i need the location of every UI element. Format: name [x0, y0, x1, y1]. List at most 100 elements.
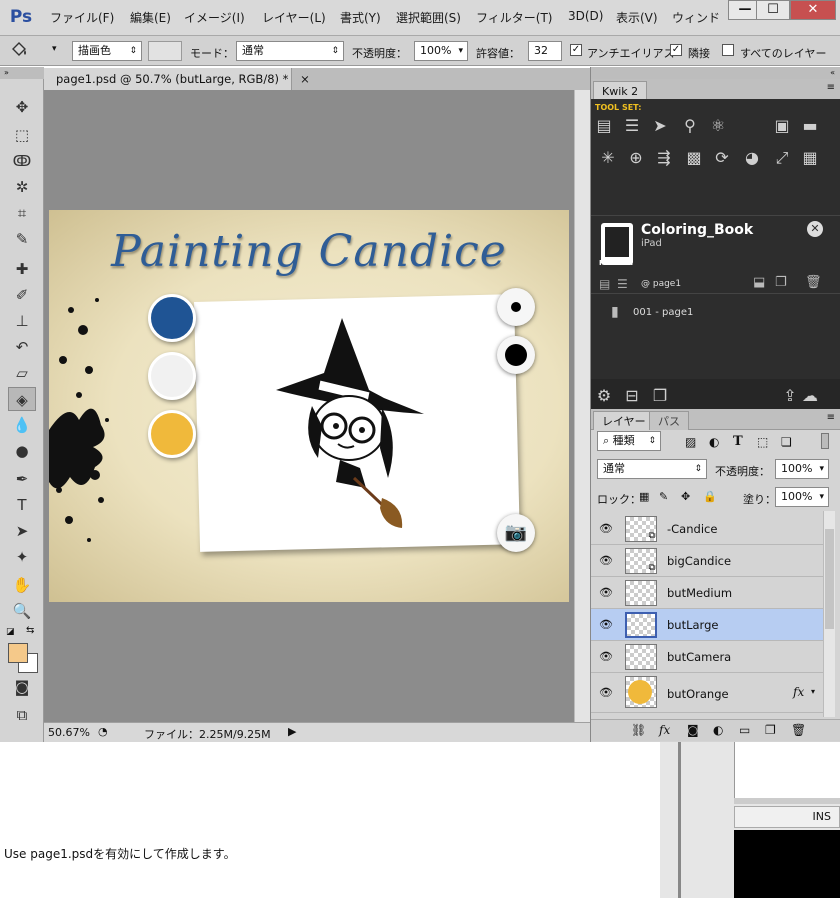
- filter-pixel-icon[interactable]: ▨: [685, 435, 696, 449]
- sync-icon[interactable]: ⟳: [711, 147, 733, 169]
- layer-row[interactable]: 👁 butOrange fx ▾: [591, 673, 823, 713]
- filter-smart-icon[interactable]: ❏: [781, 435, 792, 449]
- add-pointer-icon[interactable]: ⊕: [625, 147, 647, 169]
- quick-mask-icon[interactable]: ◙: [8, 675, 36, 699]
- orange-swatch-button[interactable]: [148, 410, 196, 458]
- publish-label[interactable]: PUBLISH: [599, 259, 633, 267]
- magic-wand-tool-icon[interactable]: ✲: [8, 175, 36, 199]
- page-icon[interactable]: ▤: [599, 277, 610, 291]
- lock-transparent-icon[interactable]: ▦: [639, 490, 649, 503]
- atom-icon[interactable]: ⚛: [707, 115, 729, 137]
- menu-filter[interactable]: フィルター(T): [476, 9, 552, 26]
- clone-stamp-tool-icon[interactable]: ⊥: [8, 309, 36, 333]
- close-button[interactable]: ✕: [790, 0, 836, 20]
- filter-type-icon[interactable]: T: [733, 434, 743, 449]
- add-mask-icon[interactable]: ◙: [687, 723, 699, 737]
- layer-row[interactable]: 👁 ⧉ bigCandice: [591, 545, 823, 577]
- layer-filter-select[interactable]: ⌕ 種類 ⇕: [597, 431, 661, 451]
- layer-row[interactable]: 👁 butMedium: [591, 577, 823, 609]
- page-item[interactable]: 001 - page1: [633, 307, 693, 318]
- folder-add-icon[interactable]: ▣: [771, 115, 793, 137]
- panel-menu-icon[interactable]: ≡: [827, 82, 835, 93]
- tab-layers[interactable]: レイヤー: [593, 411, 655, 430]
- eyedropper-tool-icon[interactable]: ✎: [8, 227, 36, 251]
- share-icon[interactable]: ⇶: [653, 147, 675, 169]
- eye-icon[interactable]: 👁: [599, 586, 613, 600]
- default-colors-icon[interactable]: ◪: [6, 627, 15, 637]
- import-icon[interactable]: ⬓: [753, 275, 765, 290]
- export-icon[interactable]: ⇪: [779, 385, 801, 407]
- adjustment-layer-icon[interactable]: ◐: [713, 723, 723, 737]
- layer-row[interactable]: 👁 butCamera: [591, 641, 823, 673]
- expand-effects-icon[interactable]: ▾: [811, 687, 815, 696]
- layers-scrollbar[interactable]: [823, 511, 835, 717]
- layer-blend-select[interactable]: 通常 ⇕: [597, 459, 707, 479]
- document-tab[interactable]: page1.psd @ 50.7% (butLarge, RGB/8) * ×: [44, 68, 310, 90]
- eye-icon[interactable]: 👁: [599, 522, 613, 536]
- tab-kwik[interactable]: Kwik 2: [593, 81, 648, 100]
- menu-layer[interactable]: レイヤー(L): [262, 9, 326, 26]
- filter-adjust-icon[interactable]: ◐: [709, 435, 719, 449]
- zoom-level[interactable]: 50.67%: [48, 726, 90, 739]
- blend-mode-select[interactable]: 通常 ⇕: [236, 41, 344, 61]
- paint-bucket-icon[interactable]: [8, 41, 30, 61]
- menu-window[interactable]: ウィンド: [672, 9, 720, 26]
- type-tool-icon[interactable]: T: [8, 493, 36, 517]
- menu-edit[interactable]: 編集(E): [130, 9, 171, 26]
- screen-mode-icon[interactable]: ⧉: [8, 703, 36, 727]
- healing-brush-tool-icon[interactable]: ✚: [8, 257, 36, 281]
- layer-style-icon[interactable]: fx: [659, 723, 670, 737]
- opacity-input[interactable]: 100% ▾: [414, 41, 468, 61]
- new-layer-icon[interactable]: ❐: [765, 723, 776, 737]
- shape-tool-icon[interactable]: ✦: [8, 545, 36, 569]
- menu-type[interactable]: 書式(Y): [340, 9, 381, 26]
- artboard[interactable]: Painting Candice 📷: [49, 210, 569, 602]
- archive-icon[interactable]: ⊟: [621, 385, 643, 407]
- foreground-color-swatch[interactable]: [8, 643, 28, 663]
- eye-icon[interactable]: 👁: [599, 554, 613, 568]
- list-icon[interactable]: ☰: [621, 115, 643, 137]
- menu-file[interactable]: ファイル(F): [50, 9, 114, 26]
- blue-swatch-button[interactable]: [148, 294, 196, 342]
- status-info-icon[interactable]: ◔: [98, 725, 108, 738]
- rocket-icon[interactable]: ⚲: [679, 115, 701, 137]
- filter-toggle[interactable]: [821, 433, 829, 449]
- fill-source-select[interactable]: 描画色 ⇕: [72, 41, 142, 61]
- camera-button[interactable]: 📷: [497, 514, 535, 552]
- menu-3d[interactable]: 3D(D): [568, 9, 603, 23]
- antialias-checkbox[interactable]: ✓: [570, 44, 582, 56]
- copy-icon[interactable]: ❐: [775, 275, 787, 290]
- pen-tool-icon[interactable]: ✒: [8, 467, 36, 491]
- eye-icon[interactable]: 👁: [599, 650, 613, 664]
- hand-tool-icon[interactable]: ✋: [8, 573, 36, 597]
- page-icon[interactable]: ▤: [593, 115, 615, 137]
- swap-colors-icon[interactable]: ⇆: [26, 625, 34, 636]
- fill-input[interactable]: 100% ▾: [775, 487, 829, 507]
- collapse-icon[interactable]: »: [0, 67, 44, 79]
- panel-menu-icon[interactable]: ≡: [827, 412, 835, 423]
- marquee-tool-icon[interactable]: ⬚: [8, 123, 36, 147]
- tool-preset-arrow-icon[interactable]: ▾: [52, 44, 57, 54]
- grid-icon[interactable]: ▩: [683, 147, 705, 169]
- crop-tool-icon[interactable]: ⌗: [8, 201, 36, 225]
- layout-icon[interactable]: ▦: [799, 147, 821, 169]
- dodge-tool-icon[interactable]: ●: [8, 439, 36, 463]
- status-menu-arrow-icon[interactable]: ▶: [288, 725, 296, 738]
- layer-opacity-input[interactable]: 100% ▾: [775, 459, 829, 479]
- paint-bucket-tool-icon[interactable]: ◈: [8, 387, 36, 411]
- blur-tool-icon[interactable]: 💧: [8, 413, 36, 437]
- trash-icon[interactable]: 🗑: [805, 275, 822, 290]
- list-icon[interactable]: ☰: [617, 277, 628, 291]
- contiguous-checkbox[interactable]: ✓: [670, 44, 682, 56]
- brush-tool-icon[interactable]: ✐: [8, 283, 36, 307]
- lock-all-icon[interactable]: 🔒: [703, 490, 717, 503]
- brush-medium-button[interactable]: [497, 288, 535, 326]
- gear-icon[interactable]: ⚙: [593, 385, 615, 407]
- menu-image[interactable]: イメージ(I): [184, 9, 245, 26]
- delete-layer-icon[interactable]: 🗑: [791, 723, 806, 737]
- pointer-icon[interactable]: ➤: [649, 115, 671, 137]
- zoom-tool-icon[interactable]: 🔍: [8, 599, 36, 623]
- fx-badge[interactable]: fx: [793, 685, 804, 699]
- layer-row-selected[interactable]: 👁 butLarge: [591, 609, 823, 641]
- white-swatch-button[interactable]: [148, 352, 196, 400]
